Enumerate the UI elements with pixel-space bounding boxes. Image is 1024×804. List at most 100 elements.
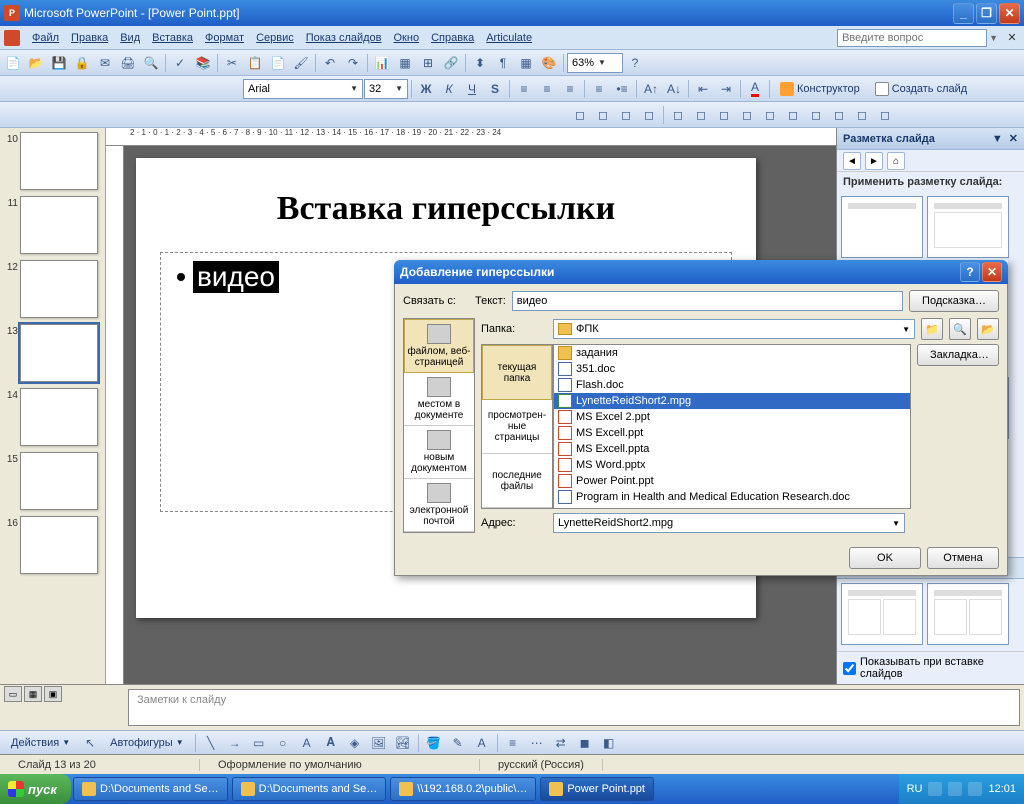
increase-font-icon[interactable]: A↑ xyxy=(640,78,662,100)
numbering-icon[interactable]: ≡ xyxy=(588,78,610,100)
underline-icon[interactable]: Ч xyxy=(461,78,483,100)
menu-window[interactable]: Окно xyxy=(388,30,426,46)
dash-style-icon[interactable]: ⋯ xyxy=(526,732,548,754)
thumbnail-14[interactable]: 14 xyxy=(2,388,103,446)
color-icon[interactable]: 🎨 xyxy=(538,52,560,74)
expand-icon[interactable]: ⬍ xyxy=(469,52,491,74)
slideshow-view-icon[interactable]: ▣ xyxy=(44,686,62,702)
browse-file-button[interactable]: 📂 xyxy=(977,318,999,340)
taskpane-dropdown-icon[interactable]: ▼ xyxy=(992,133,1003,145)
tb-icon-9[interactable]: ◻ xyxy=(759,104,781,126)
taskbar-item[interactable]: D:\Documents and Se… xyxy=(73,777,228,801)
menu-edit[interactable]: Правка xyxy=(65,30,114,46)
home-icon[interactable]: ⌂ xyxy=(887,152,905,170)
taskbar-item[interactable]: Power Point.ppt xyxy=(540,777,654,801)
align-right-icon[interactable]: ≡ xyxy=(559,78,581,100)
menu-insert[interactable]: Вставка xyxy=(146,30,199,46)
browsed-pages-tab[interactable]: просмотрен- ные страницы xyxy=(482,400,552,454)
zoom-combo[interactable]: 63%▼ xyxy=(567,53,623,73)
shadow-icon[interactable]: S xyxy=(484,78,506,100)
forward-icon[interactable]: ► xyxy=(865,152,883,170)
link-to-file-web[interactable]: файлом, веб- страницей xyxy=(404,319,474,373)
layout-content-1[interactable] xyxy=(841,583,923,645)
lang-indicator[interactable]: RU xyxy=(907,783,923,795)
increase-indent-icon[interactable]: ⇥ xyxy=(715,78,737,100)
display-text-input[interactable] xyxy=(512,291,903,311)
tb-icon-6[interactable]: ◻ xyxy=(690,104,712,126)
tb-icon-10[interactable]: ◻ xyxy=(782,104,804,126)
bold-icon[interactable]: Ж xyxy=(415,78,437,100)
thumb-preview[interactable] xyxy=(20,132,98,190)
link-to-place[interactable]: местом в документе xyxy=(404,373,474,426)
help-question-input[interactable] xyxy=(837,29,987,47)
taskpane-close-icon[interactable]: ✕ xyxy=(1009,132,1018,145)
tb-icon-3[interactable]: ◻ xyxy=(615,104,637,126)
tray-icon-3[interactable] xyxy=(968,782,982,796)
align-center-icon[interactable]: ≡ xyxy=(536,78,558,100)
folder-combo[interactable]: ФПК ▼ xyxy=(553,319,915,339)
redo-icon[interactable]: ↷ xyxy=(342,52,364,74)
new-icon[interactable]: 📄 xyxy=(2,52,24,74)
select-icon[interactable]: ↖ xyxy=(79,732,101,754)
tables-borders-icon[interactable]: ⊞ xyxy=(417,52,439,74)
textbox-icon[interactable]: A xyxy=(296,732,318,754)
layout-content-2[interactable] xyxy=(927,583,1009,645)
format-painter-icon[interactable]: 🖌 xyxy=(290,52,312,74)
show-on-insert-input[interactable] xyxy=(843,662,856,675)
table-icon[interactable]: ▦ xyxy=(394,52,416,74)
font-color-icon[interactable]: A xyxy=(744,78,766,100)
bookmark-button[interactable]: Закладка… xyxy=(917,344,999,366)
start-button[interactable]: пуск xyxy=(0,774,71,804)
show-formatting-icon[interactable]: ¶ xyxy=(492,52,514,74)
menu-tools[interactable]: Сервис xyxy=(250,30,300,46)
thumb-preview[interactable] xyxy=(20,196,98,254)
tray-icon-1[interactable] xyxy=(928,782,942,796)
dialog-close-button[interactable]: ✕ xyxy=(982,262,1002,282)
help-icon[interactable]: ? xyxy=(624,52,646,74)
clipart-icon[interactable]: 🖼 xyxy=(368,732,390,754)
restore-button[interactable]: ❐ xyxy=(976,3,997,24)
save-icon[interactable]: 💾 xyxy=(48,52,70,74)
minimize-button[interactable]: _ xyxy=(953,3,974,24)
file-item[interactable]: задания xyxy=(554,345,910,361)
font-combo[interactable]: Arial▼ xyxy=(243,79,363,99)
wordart-icon[interactable]: 𝐀 xyxy=(320,732,342,754)
tb-icon-1[interactable]: ◻ xyxy=(569,104,591,126)
cancel-button[interactable]: Отмена xyxy=(927,547,999,569)
taskbar-item[interactable]: \\192.168.0.2\public\… xyxy=(390,777,536,801)
diagram-icon[interactable]: ◈ xyxy=(344,732,366,754)
shadow-style-icon[interactable]: ◼ xyxy=(574,732,596,754)
tb-icon-12[interactable]: ◻ xyxy=(828,104,850,126)
fill-color-icon[interactable]: 🪣 xyxy=(423,732,445,754)
hyperlink-icon[interactable]: 🔗 xyxy=(440,52,462,74)
email-icon[interactable]: ✉ xyxy=(94,52,116,74)
open-icon[interactable]: 📂 xyxy=(25,52,47,74)
picture-icon[interactable]: 🏞 xyxy=(392,732,414,754)
thumbnail-13[interactable]: 13 xyxy=(2,324,103,382)
address-input[interactable]: LynetteReidShort2.mpg ▼ xyxy=(553,513,905,533)
notes-pane[interactable]: Заметки к слайду xyxy=(128,689,1020,726)
dialog-help-button[interactable]: ? xyxy=(960,262,980,282)
dialog-titlebar[interactable]: Добавление гиперссылки ? ✕ xyxy=(394,260,1008,284)
font-color2-icon[interactable]: A xyxy=(471,732,493,754)
oval-icon[interactable]: ○ xyxy=(272,732,294,754)
line-color-icon[interactable]: ✎ xyxy=(447,732,469,754)
thumb-preview[interactable] xyxy=(20,388,98,446)
copy-icon[interactable]: 📋 xyxy=(244,52,266,74)
tb-icon-5[interactable]: ◻ xyxy=(667,104,689,126)
undo-icon[interactable]: ↶ xyxy=(319,52,341,74)
line-style-icon[interactable]: ≡ xyxy=(502,732,524,754)
close-button[interactable]: ✕ xyxy=(999,3,1020,24)
recent-files-tab[interactable]: последние файлы xyxy=(482,454,552,508)
tray-icon-2[interactable] xyxy=(948,782,962,796)
designer-button[interactable]: Конструктор xyxy=(773,78,867,100)
thumb-preview[interactable] xyxy=(20,516,98,574)
file-list[interactable]: задания351.docFlash.docLynetteReidShort2… xyxy=(553,344,911,509)
menu-format[interactable]: Формат xyxy=(199,30,250,46)
menu-slideshow[interactable]: Показ слайдов xyxy=(300,30,388,46)
paste-icon[interactable]: 📄 xyxy=(267,52,289,74)
sorter-view-icon[interactable]: ▦ xyxy=(24,686,42,702)
file-item[interactable]: LynetteReidShort2.mpg xyxy=(554,393,910,409)
new-slide-button[interactable]: Создать слайд xyxy=(868,78,974,100)
thumb-preview[interactable] xyxy=(20,324,98,382)
